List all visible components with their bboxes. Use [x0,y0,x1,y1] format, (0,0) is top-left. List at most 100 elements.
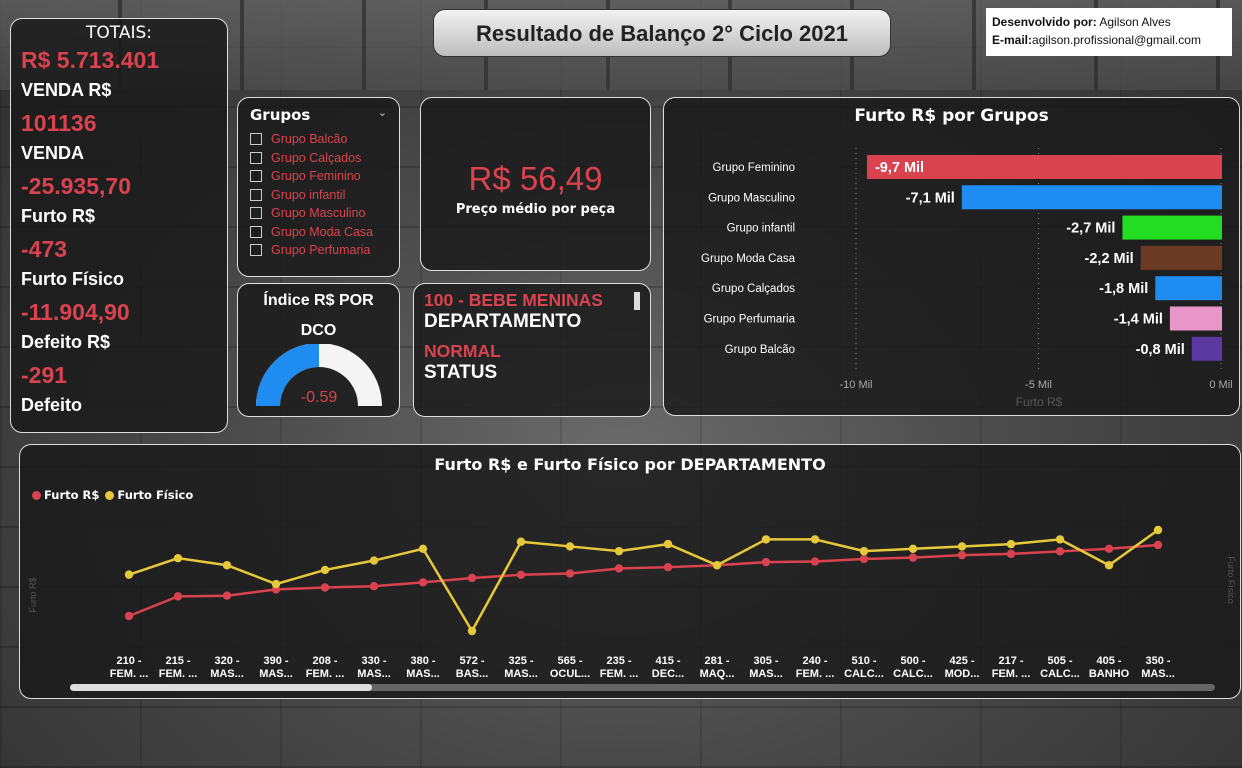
bar[interactable] [1140,245,1222,270]
line-x-tick: 425 - [949,655,974,667]
furto-rs-point[interactable] [173,592,183,601]
furto-fisico-point[interactable] [761,535,771,544]
furto-fisico-point[interactable] [663,539,673,549]
grupo-label: Grupo Masculino [271,206,366,221]
bar-data-label: -2,2 Mil [1085,251,1134,267]
furto-fisico-point[interactable] [320,565,330,575]
furto-rs-point[interactable] [369,582,379,591]
furto-fisico-point[interactable] [173,553,183,563]
line-x-tick: FEM. ... [992,668,1031,680]
line-x-tick: 505 - [1047,655,1072,667]
furto-fisico-point[interactable] [271,579,281,589]
furto-fisico-point[interactable] [124,570,134,579]
line-x-tick: MAS... [1141,668,1175,680]
grupo-checkbox-balcao[interactable]: Grupo Balcão [250,130,387,149]
furto-fisico-point[interactable] [810,535,820,544]
departamento-label: DEPARTAMENTO [424,311,582,332]
total-furto-fisico-value: -473 [21,236,68,262]
line-x-tick: MAS... [749,668,783,680]
furto-rs-point[interactable] [663,562,673,572]
grupo-checkbox-feminino[interactable]: Grupo Feminino [250,167,387,186]
checkbox-icon[interactable] [250,207,262,220]
furto-fisico-point[interactable] [712,561,722,570]
grupo-checkbox-infantil[interactable]: Grupo infantil [250,186,387,205]
furto-fisico-point[interactable] [957,542,967,551]
bar[interactable] [961,185,1222,210]
scrollbar-thumb[interactable] [634,292,640,310]
furto-rs-point[interactable] [320,583,330,592]
line-x-tick: 305 - [753,655,778,667]
bar-category-label: Grupo Feminino [713,162,795,174]
furto-fisico-point[interactable] [1006,539,1016,549]
total-furto-rs-value: -25.935,70 [21,173,131,199]
furto-rs-point[interactable] [222,591,232,600]
furto-fisico-point[interactable] [1153,525,1163,535]
furto-rs-point[interactable] [565,569,575,578]
furto-fisico-point[interactable] [859,546,869,556]
grupo-checkbox-calcados[interactable]: Grupo Calçados [250,149,387,168]
grupos-slicer: Grupos ⌄ Grupo Balcão Grupo Calçados Gru… [237,97,400,277]
furto-rs-point[interactable] [418,578,428,587]
furto-rs-point[interactable] [859,554,869,564]
line-x-tick: BAS... [456,668,488,680]
grupo-checkbox-perfumaria[interactable]: Grupo Perfumaria [250,241,387,260]
chevron-down-icon[interactable]: ⌄ [378,106,387,124]
horizontal-scrollbar[interactable] [70,684,1215,691]
furto-fisico-point[interactable] [614,546,624,556]
furto-rs-point[interactable] [957,550,967,560]
bar-category-label: Grupo Masculino [708,192,795,204]
furto-rs-point[interactable] [614,564,624,573]
furto-fisico-point[interactable] [1104,561,1114,570]
line-x-tick: 210 - [116,655,141,667]
furto-rs-point[interactable] [810,557,820,566]
bar[interactable] [1191,336,1222,361]
grupo-checkbox-masculino[interactable]: Grupo Masculino [250,204,387,223]
furto-rs-point[interactable] [516,570,526,579]
total-defeito-value: -291 [21,362,68,388]
checkbox-icon[interactable] [250,133,262,146]
line-x-tick: FEM. ... [796,668,835,680]
furto-fisico-point[interactable] [565,542,575,551]
checkbox-icon[interactable] [250,225,262,238]
line-x-tick: 330 - [361,655,386,667]
checkbox-icon[interactable] [250,151,262,164]
furto-fisico-point[interactable] [908,544,918,553]
line-x-tick: 390 - [263,655,288,667]
bar[interactable] [1122,215,1222,240]
bar[interactable] [1155,276,1222,301]
checkbox-icon[interactable] [250,188,262,201]
bar[interactable] [1169,306,1222,331]
grupo-label: Grupo Feminino [271,169,361,184]
line-x-tick: DEC... [652,668,684,680]
grupo-label: Grupo Perfumaria [271,243,371,258]
furto-rs-point[interactable] [761,557,771,567]
line-x-tick: MAS... [406,668,440,680]
furto-fisico-point[interactable] [418,544,428,553]
grupo-label: Grupo infantil [271,187,346,202]
furto-rs-point[interactable] [908,553,918,562]
furto-por-departamento-chart: Furto R$ e Furto Físico por DEPARTAMENTO… [19,444,1241,699]
furto-fisico-point[interactable] [467,626,477,636]
furto-fisico-point[interactable] [1055,535,1065,544]
furto-fisico-point[interactable] [369,556,379,565]
furto-rs-point[interactable] [1153,540,1163,550]
furto-rs-point[interactable] [1055,547,1065,556]
horizontal-scrollbar-thumb[interactable] [70,684,372,691]
bar-data-label: -1,8 Mil [1099,281,1148,297]
checkbox-icon[interactable] [250,244,262,257]
developer-email[interactable]: agilson.profissional@gmail.com [1032,33,1201,47]
furto-fisico-point[interactable] [516,537,526,546]
furto-fisico-point[interactable] [222,561,232,570]
line-x-tick: 572 - [459,655,484,667]
line-x-tick: 380 - [410,655,435,667]
grupo-checkbox-moda-casa[interactable]: Grupo Moda Casa [250,223,387,242]
furto-rs-point[interactable] [124,611,134,621]
totals-header: TOTAIS: [86,23,152,43]
line-x-tick: 565 - [557,655,582,667]
furto-rs-point[interactable] [1104,544,1114,554]
total-venda-label: VENDA [21,143,85,163]
checkbox-icon[interactable] [250,170,262,183]
line-x-tick: 415 - [655,655,680,667]
furto-rs-point[interactable] [1006,549,1016,559]
furto-rs-point[interactable] [467,573,477,583]
